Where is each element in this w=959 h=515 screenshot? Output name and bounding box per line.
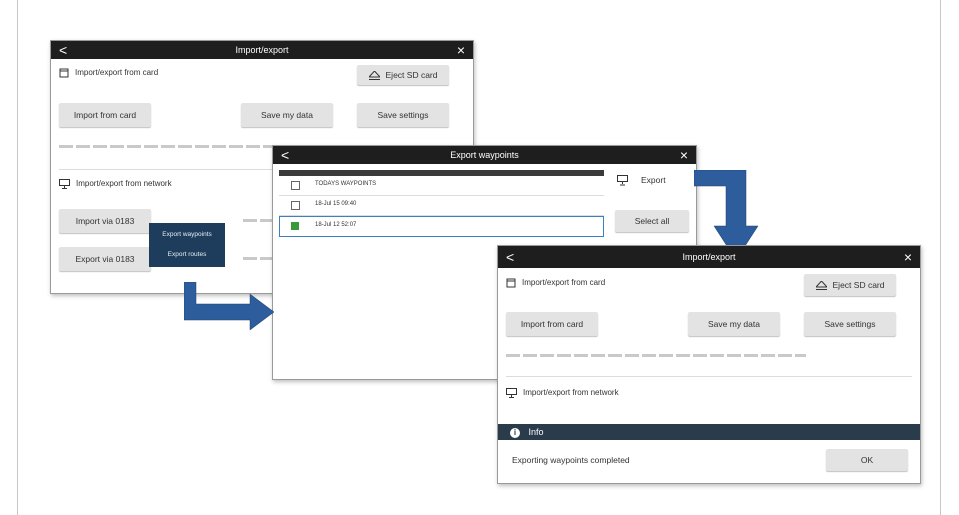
export-via-0183-button[interactable]: Export via 0183 — [59, 247, 151, 271]
save-my-data-button[interactable]: Save my data — [688, 312, 780, 336]
list-item[interactable]: TODAYS WAYPOINTS — [279, 176, 604, 196]
placeholder-text-line — [243, 257, 273, 260]
eject-icon — [368, 71, 380, 81]
back-button[interactable]: < — [506, 246, 514, 268]
import-via-0183-button[interactable]: Import via 0183 — [59, 209, 151, 233]
checkbox[interactable] — [291, 201, 300, 210]
eject-label: Eject SD card — [385, 70, 438, 80]
card-section-header: Import/export from card — [506, 278, 605, 288]
save-settings-button[interactable]: Save settings — [804, 312, 896, 336]
checkbox-checked[interactable] — [291, 222, 299, 230]
waypoint-group-name: 18-Jul 12 52:07 — [315, 222, 357, 228]
divider — [506, 376, 912, 377]
placeholder-text-line — [506, 354, 806, 357]
save-settings-button[interactable]: Save settings — [357, 103, 449, 127]
window-title: Import/export — [235, 45, 289, 55]
export-routes-menu-item[interactable]: Export routes — [149, 251, 225, 258]
info-title: Info — [528, 427, 544, 437]
ok-button[interactable]: OK — [826, 449, 908, 471]
save-my-data-button[interactable]: Save my data — [241, 103, 333, 127]
waypoint-list: TODAYS WAYPOINTS 18-Jul 15 09:40 18-Jul … — [279, 176, 604, 239]
network-section-label: Import/export from network — [76, 179, 172, 189]
close-button[interactable]: × — [680, 146, 688, 164]
card-section-header: Import/export from card — [59, 68, 158, 78]
list-item[interactable]: 18-Jul 15 09:40 — [279, 196, 604, 216]
monitor-icon — [59, 179, 70, 189]
import-from-card-button[interactable]: Import from card — [59, 103, 151, 127]
placeholder-text-line — [243, 219, 273, 222]
waypoint-group-name: 18-Jul 15 09:40 — [315, 201, 357, 207]
info-message: Exporting waypoints completed — [512, 455, 630, 465]
info-icon: i — [510, 427, 520, 438]
export-label: Export — [641, 175, 666, 185]
network-section-header: Import/export from network — [59, 179, 172, 189]
window-title: Import/export — [682, 252, 736, 262]
sd-card-icon — [506, 278, 516, 288]
title-bar: < Export waypoints × — [273, 146, 696, 164]
eject-sd-card-button[interactable]: Eject SD card — [804, 274, 896, 296]
network-section-label: Import/export from network — [523, 388, 619, 398]
list-item-selected[interactable]: 18-Jul 12 52:07 — [279, 216, 604, 237]
flow-arrow-1 — [184, 282, 275, 331]
eject-label: Eject SD card — [832, 280, 885, 290]
import-from-card-button[interactable]: Import from card — [506, 312, 598, 336]
import-export-window-front: < Import/export × Import/export from car… — [497, 245, 921, 484]
export-waypoints-menu-item[interactable]: Export waypoints — [149, 231, 225, 238]
network-section-header: Import/export from network — [506, 388, 619, 398]
card-section-label: Import/export from card — [522, 278, 606, 288]
select-all-button[interactable]: Select all — [615, 210, 689, 232]
close-button[interactable]: × — [457, 41, 465, 59]
export-action[interactable]: Export — [615, 170, 687, 190]
card-section-label: Import/export from card — [75, 68, 159, 78]
title-bar: < Import/export × — [51, 41, 473, 59]
export-icon — [617, 175, 628, 186]
export-menu-popup: Export waypoints Export routes — [149, 223, 225, 267]
back-button[interactable]: < — [281, 146, 289, 164]
back-button[interactable]: < — [59, 41, 67, 59]
window-title: Export waypoints — [450, 150, 519, 160]
info-dialog-header: i Info — [498, 424, 920, 440]
close-button[interactable]: × — [904, 246, 912, 268]
eject-sd-card-button[interactable]: Eject SD card — [357, 65, 449, 85]
info-dialog: i Info Exporting waypoints completed OK — [498, 424, 920, 483]
checkbox[interactable] — [291, 181, 300, 190]
monitor-icon — [506, 388, 517, 398]
sd-card-icon — [59, 68, 69, 78]
waypoint-group-name: TODAYS WAYPOINTS — [315, 181, 377, 187]
placeholder-text-line — [59, 145, 299, 148]
title-bar: < Import/export × — [498, 246, 920, 268]
eject-icon — [815, 281, 827, 291]
